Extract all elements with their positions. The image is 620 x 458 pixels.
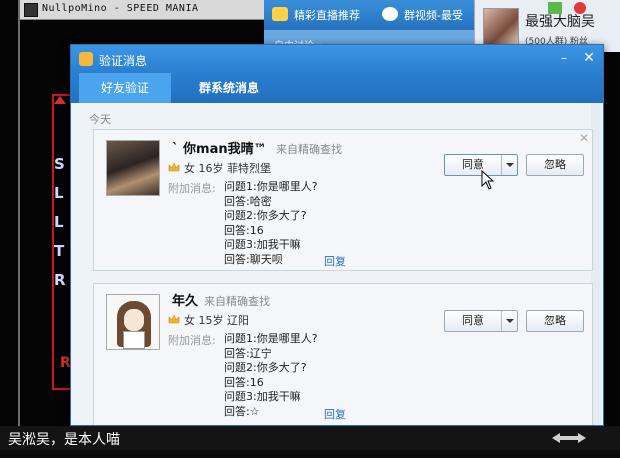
extra-message-label: 附加消息: xyxy=(168,334,216,347)
qa-line: 回答:16 xyxy=(224,223,264,237)
avatar[interactable] xyxy=(106,140,160,196)
game-title: NullpoMino - SPEED MANIA xyxy=(42,3,199,14)
crown-icon xyxy=(168,162,180,172)
qa-line: 问题1:你是哪里人? xyxy=(224,180,318,193)
qa-line: 问题3:加我干嘛 xyxy=(224,390,301,404)
qa-line: 回答:16 xyxy=(224,375,264,389)
mouse-cursor-icon xyxy=(481,170,495,190)
qq-panel-header: 精彩直播推荐 群视频-最受 xyxy=(264,0,504,30)
verification-dialog: 验证消息 – ✕ 好友验证 群系统消息 今天 ✕ ` 你man我晴™ 来自精确查… xyxy=(70,44,604,426)
agree-split-button: 同意 xyxy=(444,310,518,332)
qa-line: 回答:辽宁 xyxy=(224,346,272,360)
dialog-tabs: 好友验证 群系统消息 xyxy=(71,73,603,103)
game-window-border xyxy=(18,0,20,440)
ignore-button[interactable]: 忽略 xyxy=(526,154,584,176)
qa-line: 问题3:加我干嘛 xyxy=(224,238,301,252)
video-icon xyxy=(382,7,398,21)
qq-tab-group-video[interactable]: 群视频-最受 xyxy=(404,7,463,23)
friend-request-card: 年久 来自精确查找 女 15岁 辽阳 附加消息: 问题1:你是哪里人? 回答:辽… xyxy=(93,283,593,425)
avatar xyxy=(483,8,519,46)
minimize-button[interactable]: – xyxy=(557,52,571,66)
tab-group-system-messages[interactable]: 群系统消息 xyxy=(179,73,279,103)
qa-line: 问题2:你多大了? xyxy=(224,361,307,375)
video-subtitle-bar: 吴淞吴，是本人喵 xyxy=(0,426,620,450)
close-icon[interactable]: ✕ xyxy=(578,132,590,144)
game-app-icon xyxy=(24,3,38,17)
qa-line: 问题1:你是哪里人? xyxy=(224,332,318,345)
reply-link[interactable]: 回复 xyxy=(324,406,346,422)
request-list: 今天 ✕ ` 你man我晴™ 来自精确查找 女 16岁 菲特烈堡 附加消息: 问… xyxy=(71,103,603,425)
up-arrow-icon xyxy=(54,96,66,104)
request-source: 来自精确查找 xyxy=(204,295,270,308)
tab-friend-verification[interactable]: 好友验证 xyxy=(79,73,171,103)
ignore-button[interactable]: 忽略 xyxy=(526,310,584,332)
extra-message-label: 附加消息: xyxy=(168,182,216,195)
video-subtitle: 吴淞吴，是本人喵 xyxy=(8,432,120,448)
dialog-title: 验证消息 xyxy=(99,54,148,68)
qq-tab-live[interactable]: 精彩直播推荐 xyxy=(294,7,360,23)
requester-info: 女 15岁 辽阳 xyxy=(184,314,249,327)
game-titlebar[interactable]: NullpoMino - SPEED MANIA xyxy=(20,0,270,20)
day-label: 今天 xyxy=(89,113,111,126)
dialog-titlebar[interactable]: 验证消息 – ✕ xyxy=(71,45,603,73)
crown-icon xyxy=(168,314,180,324)
avatar[interactable] xyxy=(106,294,160,350)
requester-info: 女 16岁 菲特烈堡 xyxy=(184,162,271,175)
agree-button[interactable]: 同意 xyxy=(445,311,501,331)
request-source: 来自精确查找 xyxy=(276,143,342,156)
chevron-down-icon[interactable] xyxy=(501,155,517,175)
status-icon xyxy=(548,2,562,14)
notification-count: 129 xyxy=(594,4,612,14)
close-button[interactable]: ✕ xyxy=(581,50,597,66)
notification-icon[interactable] xyxy=(574,2,586,14)
friend-request-card: ✕ ` 你man我晴™ 来自精确查找 女 16岁 菲特烈堡 附加消息: 问题1:… xyxy=(93,129,593,271)
reply-link[interactable]: 回复 xyxy=(324,253,346,269)
live-icon xyxy=(272,7,288,21)
chevron-down-icon[interactable] xyxy=(501,311,517,331)
qa-line: 回答:哈密 xyxy=(224,194,272,208)
watermark-icon xyxy=(552,433,586,443)
requester-nickname[interactable]: ` 你man我晴™ xyxy=(172,138,267,157)
bottom-strip xyxy=(0,450,620,458)
profile-name: 最强大脑吴 xyxy=(525,14,595,30)
qq-app-icon xyxy=(79,52,93,66)
qa-line: 问题2:你多大了? xyxy=(224,209,307,223)
requester-nickname[interactable]: 年久 xyxy=(172,290,198,309)
